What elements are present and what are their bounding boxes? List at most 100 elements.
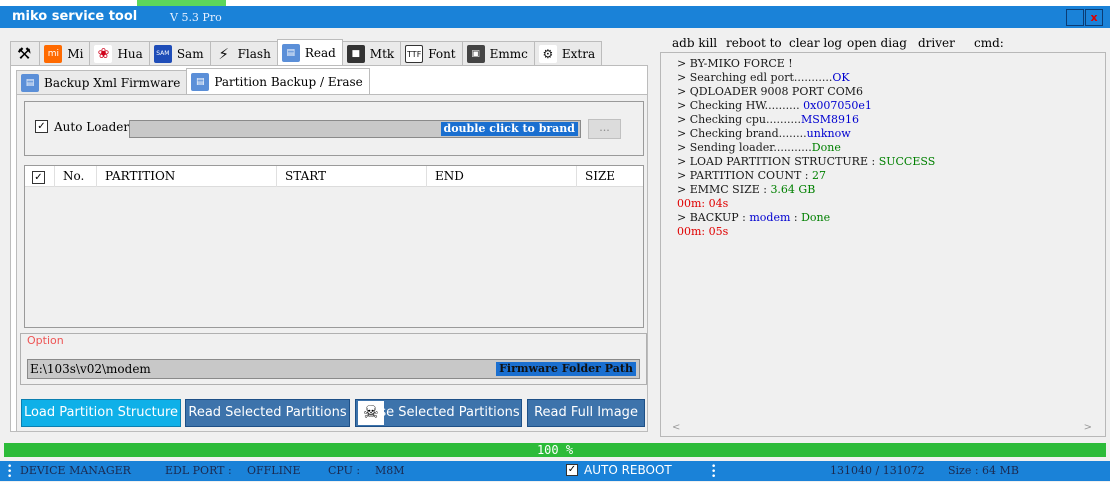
scroll-left-icon[interactable]: < xyxy=(672,422,680,433)
driver-button[interactable]: driver xyxy=(918,36,955,50)
status-bar: • • • DEVICE MANAGER EDL PORT : OFFLINE CP… xyxy=(0,461,1110,482)
tab-partition-backup-erase[interactable]: ▤ Partition Backup / Erase xyxy=(186,68,370,94)
auto-reboot-toggle[interactable]: ✓ AUTO REBOOT xyxy=(566,463,672,477)
tab-mtk[interactable]: ■ Mtk xyxy=(341,41,402,65)
tab-label: Emmc xyxy=(489,46,528,61)
log-text: > Searching edl port........... xyxy=(677,71,833,84)
log-line: > Sending loader...........Done xyxy=(677,141,935,155)
emmc-chip-icon: ▣ xyxy=(466,44,485,63)
chip-icon: ■ xyxy=(346,44,365,63)
tab-read[interactable]: ▤ Read xyxy=(276,39,343,65)
load-partition-structure-button[interactable]: Load Partition Structure xyxy=(21,399,181,427)
log-panel[interactable]: > BY-MIKO FORCE ! > Searching edl port..… xyxy=(660,52,1106,437)
tab-mi[interactable]: mi Mi xyxy=(39,41,91,65)
samsung-logo-icon: SAM xyxy=(153,44,172,63)
column-no[interactable]: No. xyxy=(55,166,97,187)
log-line: > Checking HW.......... 0x007050e1 xyxy=(677,99,935,113)
log-line: > Checking brand........unknow xyxy=(677,127,935,141)
tab-label: Extra xyxy=(561,46,596,61)
huawei-logo-icon: ❀ xyxy=(94,44,113,63)
firmware-path-field[interactable]: E:\103s\v02\modem Firmware Folder Path xyxy=(27,359,640,379)
column-size[interactable]: SIZE xyxy=(577,166,643,187)
select-all-checkbox[interactable]: ✓ xyxy=(32,171,45,184)
read-full-image-button[interactable]: Read Full Image xyxy=(527,399,645,427)
skull-icon: ☠ xyxy=(358,401,384,425)
minimize-button[interactable] xyxy=(1066,9,1084,26)
log-text: > Checking cpu.......... xyxy=(677,113,801,126)
database-icon: ▤ xyxy=(191,72,210,91)
tab-extra[interactable]: ⚙ Extra xyxy=(533,41,603,65)
log-line: > BACKUP : modem : Done xyxy=(677,211,935,225)
sub-tab-label: Backup Xml Firmware xyxy=(44,75,181,90)
font-file-icon: TTF xyxy=(405,44,424,63)
read-selected-partitions-button[interactable]: Read Selected Partitions xyxy=(185,399,350,427)
auto-loader-checkbox[interactable]: ✓ xyxy=(35,120,48,133)
tab-label: Sam xyxy=(176,46,204,61)
auto-loader-label: Auto Loader xyxy=(54,120,130,134)
log-text: > BY-MIKO FORCE ! xyxy=(677,57,793,70)
tab-hua[interactable]: ❀ Hua xyxy=(89,41,150,65)
tab-font[interactable]: TTF Font xyxy=(400,41,463,65)
tab-backup-xml-firmware[interactable]: ▤ Backup Xml Firmware xyxy=(16,70,188,94)
log-text: 00m: 05s xyxy=(677,225,729,238)
tab-label: Mi xyxy=(67,46,84,61)
log-line: > Searching edl port...........OK xyxy=(677,71,935,85)
tab-label: Mtk xyxy=(369,46,395,61)
reboot-to-button[interactable]: reboot to xyxy=(726,36,782,50)
scroll-right-icon[interactable]: > xyxy=(1084,422,1092,433)
log-line: > EMMC SIZE : 3.64 GB xyxy=(677,183,935,197)
tools-icon: ⚒ xyxy=(17,44,32,63)
adb-kill-button[interactable]: adb kill xyxy=(672,36,717,50)
log-text: Done xyxy=(811,141,841,154)
log-text: OK xyxy=(832,71,850,84)
edl-port-label: EDL PORT : xyxy=(165,464,232,477)
edl-port-value: OFFLINE xyxy=(247,464,301,477)
loader-browse-button[interactable]: ... xyxy=(588,119,621,139)
tab-flash[interactable]: ⚡ Flash xyxy=(209,41,278,65)
tab-label: Read xyxy=(304,45,336,60)
loader-field[interactable]: double click to brand xyxy=(129,120,581,138)
log-text: : xyxy=(790,211,802,224)
auto-reboot-checkbox[interactable]: ✓ xyxy=(566,464,578,476)
cmd-button[interactable]: cmd: xyxy=(974,36,1004,50)
extra-icon: ⚙ xyxy=(538,44,557,63)
log-line: > BY-MIKO FORCE ! xyxy=(677,57,935,71)
log-horizontal-scrollbar[interactable]: < > xyxy=(662,421,1104,435)
clear-log-button[interactable]: clear log xyxy=(789,36,842,50)
log-text: 0x007050e1 xyxy=(803,99,872,112)
database-icon: ▤ xyxy=(281,43,300,62)
partition-table: ✓ No. PARTITION START END SIZE xyxy=(24,165,644,328)
cpu-label: CPU : xyxy=(328,464,361,477)
log-text: 3.64 GB xyxy=(770,183,816,196)
block-counts: 131040 / 131072 xyxy=(830,464,925,477)
title-bar: miko service tool V 5.3 Pro x xyxy=(0,6,1110,28)
tab-sam[interactable]: SAM Sam xyxy=(148,41,211,65)
table-header: ✓ No. PARTITION START END SIZE xyxy=(25,166,643,187)
size-readout: Size : 64 MB xyxy=(948,464,1019,477)
cpu-value: M8M xyxy=(375,464,405,477)
log-line: 00m: 05s xyxy=(677,225,935,239)
device-manager-label[interactable]: DEVICE MANAGER xyxy=(20,464,131,477)
log-line: 00m: 04s xyxy=(677,197,935,211)
window-title: miko service tool xyxy=(12,9,138,24)
column-partition[interactable]: PARTITION xyxy=(97,166,277,187)
log-text: > QDLOADER 9008 PORT COM6 xyxy=(677,85,863,98)
tab-tools[interactable]: ⚒ xyxy=(10,41,41,65)
app-version: V 5.3 Pro xyxy=(170,11,222,24)
loader-hint: double click to brand xyxy=(440,122,578,136)
database-icon: ▤ xyxy=(21,73,39,92)
log-text: MSM8916 xyxy=(800,113,860,126)
lightning-icon: ⚡ xyxy=(218,44,229,63)
close-button[interactable]: x xyxy=(1085,9,1103,26)
log-text: > Checking brand........ xyxy=(677,127,807,140)
log-text: unknow xyxy=(806,127,851,140)
log-text: modem xyxy=(749,211,791,224)
tab-label: Font xyxy=(428,46,456,61)
tab-emmc[interactable]: ▣ Emmc xyxy=(461,41,535,65)
tab-label: Hua xyxy=(117,46,143,61)
log-lines: > BY-MIKO FORCE ! > Searching edl port..… xyxy=(677,57,935,239)
open-diag-button[interactable]: open diag xyxy=(847,36,907,50)
erase-selected-partitions-button[interactable]: ☠ se Selected Partitions xyxy=(355,399,522,427)
column-start[interactable]: START xyxy=(277,166,427,187)
column-end[interactable]: END xyxy=(427,166,577,187)
